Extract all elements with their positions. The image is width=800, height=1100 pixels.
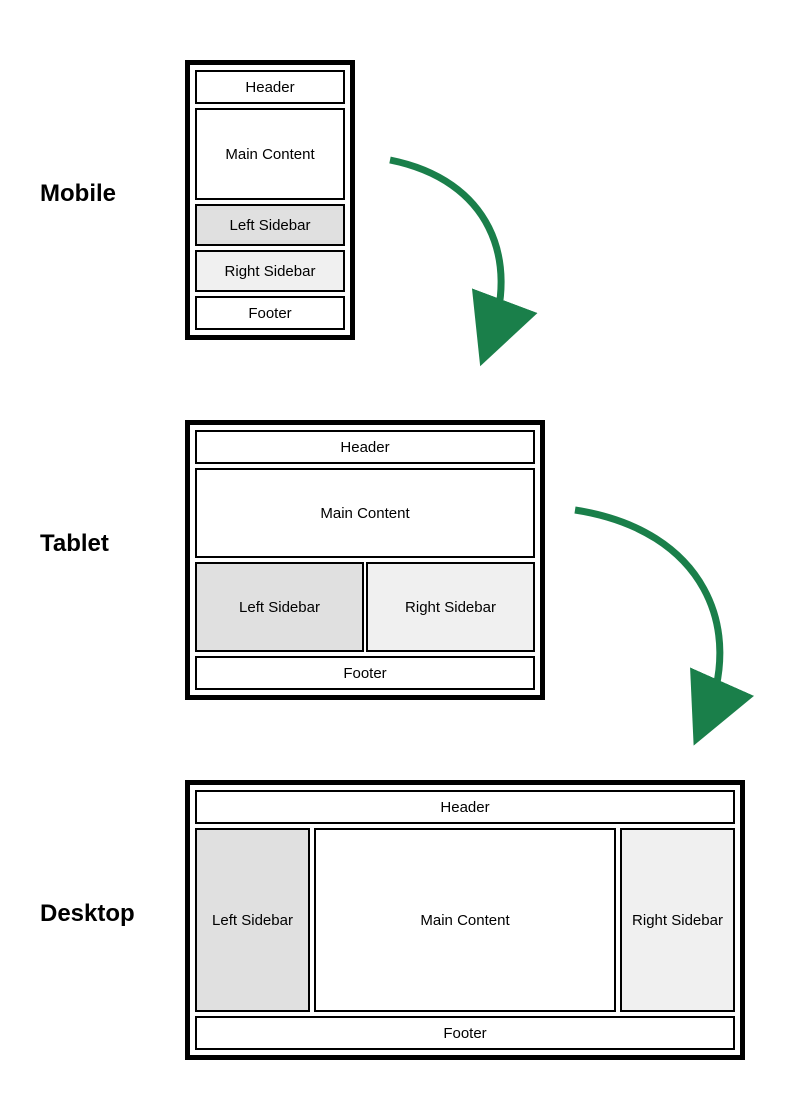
desktop-main: Main Content [314, 828, 616, 1012]
desktop-left-sidebar: Left Sidebar [195, 828, 310, 1012]
desktop-footer: Footer [195, 1016, 735, 1050]
arrow-mobile-to-tablet-icon [370, 140, 550, 370]
tablet-header: Header [195, 430, 535, 464]
tablet-right-sidebar: Right Sidebar [366, 562, 535, 652]
tablet-main: Main Content [195, 468, 535, 558]
desktop-right-sidebar: Right Sidebar [620, 828, 735, 1012]
mobile-right-sidebar: Right Sidebar [195, 250, 345, 292]
label-tablet: Tablet [40, 530, 109, 558]
tablet-footer: Footer [195, 656, 535, 690]
label-desktop: Desktop [40, 900, 135, 928]
mobile-header: Header [195, 70, 345, 104]
mobile-left-sidebar: Left Sidebar [195, 204, 345, 246]
mobile-main: Main Content [195, 108, 345, 200]
device-mobile: Header Main Content Left Sidebar Right S… [185, 60, 355, 340]
tablet-left-sidebar: Left Sidebar [195, 562, 364, 652]
mobile-footer: Footer [195, 296, 345, 330]
device-desktop: Header Left Sidebar Main Content Right S… [185, 780, 745, 1060]
label-mobile: Mobile [40, 180, 116, 208]
desktop-header: Header [195, 790, 735, 824]
device-tablet: Header Main Content Left Sidebar Right S… [185, 420, 545, 700]
arrow-tablet-to-desktop-icon [555, 490, 775, 750]
